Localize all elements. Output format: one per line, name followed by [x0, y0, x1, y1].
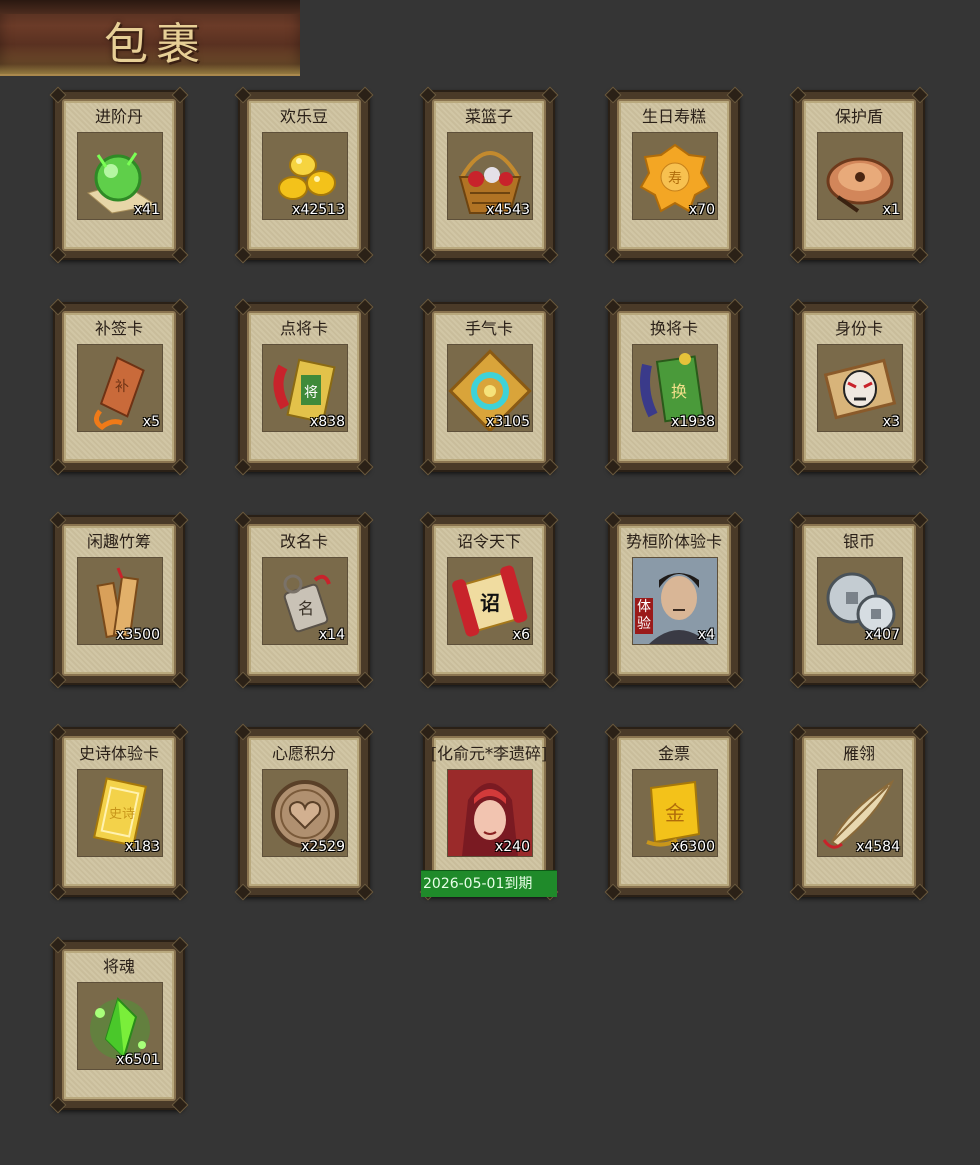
svg-text:将: 将	[304, 385, 318, 401]
item-quantity: x838	[309, 414, 345, 430]
inventory-item-card[interactable]: 生日寿糕 寿 x70	[604, 86, 744, 264]
item-quantity: x407	[864, 627, 900, 643]
inventory-item-card[interactable]: 保护盾 x1	[789, 86, 929, 264]
item-quantity: x4543	[486, 202, 530, 218]
inventory-item-card[interactable]: 闲趣竹筹 x3500	[49, 511, 189, 689]
item-quantity: x2529	[301, 839, 345, 855]
inventory-item-card[interactable]: 进阶丹 x41	[49, 86, 189, 264]
item-icon-slot[interactable]: 寿 x70	[632, 132, 718, 220]
item-name: 诏令天下	[456, 532, 521, 551]
item-name: 手气卡	[464, 319, 513, 338]
item-icon-slot[interactable]: 史诗 x183	[77, 769, 163, 857]
item-icon-slot[interactable]: 体验 x4	[632, 557, 718, 645]
item-icon-slot[interactable]: x2529	[262, 769, 348, 857]
item-quantity: x1	[882, 202, 900, 218]
item-grid: 进阶丹 x41 欢乐豆 x42513 菜篮子 x4543 生日寿糕 寿 x70 …	[0, 0, 980, 1165]
item-name: 进阶丹	[94, 107, 143, 126]
item-icon-slot[interactable]: x3	[817, 344, 903, 432]
inventory-item-card[interactable]: [化俞元*李遗碎] x240 2026-05-01到期	[419, 723, 559, 901]
item-name: 改名卡	[279, 532, 328, 551]
item-name: 身份卡	[834, 319, 883, 338]
item-icon-slot[interactable]: 将 x838	[262, 344, 348, 432]
item-quantity: x6	[512, 627, 530, 643]
item-quantity: x4	[697, 627, 715, 643]
trial-badge: 体验	[635, 598, 653, 634]
inventory-item-card[interactable]: 换将卡 换 x1938	[604, 298, 744, 476]
svg-text:金: 金	[665, 801, 685, 825]
item-name: [化俞元*李遗碎]	[430, 744, 548, 763]
item-name: 保护盾	[834, 107, 883, 126]
item-name: 银币	[842, 532, 875, 551]
inventory-item-card[interactable]: 史诗体验卡 史诗 x183	[49, 723, 189, 901]
svg-text:诏: 诏	[480, 591, 500, 615]
item-quantity: x4584	[856, 839, 900, 855]
item-quantity: x3105	[486, 414, 530, 430]
item-icon-slot[interactable]: x41	[77, 132, 163, 220]
item-icon-slot[interactable]: x42513	[262, 132, 348, 220]
item-name: 心愿积分	[271, 744, 336, 763]
inventory-item-card[interactable]: 菜篮子 x4543	[419, 86, 559, 264]
item-icon-slot[interactable]: 诏 x6	[447, 557, 533, 645]
item-quantity: x3	[882, 414, 900, 430]
inventory-item-card[interactable]: 欢乐豆 x42513	[234, 86, 374, 264]
item-name: 生日寿糕	[641, 107, 706, 126]
item-icon-slot[interactable]: 补 x5	[77, 344, 163, 432]
item-quantity: x70	[688, 202, 715, 218]
item-quantity: x42513	[292, 202, 345, 218]
item-icon-slot[interactable]: x3105	[447, 344, 533, 432]
svg-text:补: 补	[115, 379, 129, 395]
item-name: 菜篮子	[464, 107, 513, 126]
inventory-item-card[interactable]: 银币 x407	[789, 511, 929, 689]
page-title: 包裹	[104, 19, 208, 70]
item-quantity: x6501	[116, 1052, 160, 1068]
item-quantity: x41	[133, 202, 160, 218]
inventory-item-card[interactable]: 补签卡 补 x5	[49, 298, 189, 476]
item-name: 雁翎	[842, 744, 875, 763]
item-icon-slot[interactable]: 名 x14	[262, 557, 348, 645]
expiry-label: 2026-05-01到期	[421, 870, 557, 897]
item-quantity: x1938	[671, 414, 715, 430]
svg-text:寿: 寿	[668, 170, 682, 187]
item-name: 势桓阶体验卡	[625, 532, 722, 551]
inventory-item-card[interactable]: 雁翎 x4584	[789, 723, 929, 901]
item-quantity: x240	[494, 839, 530, 855]
item-icon-slot[interactable]: 换 x1938	[632, 344, 718, 432]
inventory-item-card[interactable]: 改名卡 名 x14	[234, 511, 374, 689]
item-name: 将魂	[102, 957, 135, 976]
item-quantity: x6300	[671, 839, 715, 855]
item-icon-slot[interactable]: x407	[817, 557, 903, 645]
item-icon-slot[interactable]: x4584	[817, 769, 903, 857]
item-quantity: x14	[318, 627, 345, 643]
item-name: 闲趣竹筹	[86, 532, 151, 551]
item-icon-slot[interactable]: x6501	[77, 982, 163, 1070]
item-name: 补签卡	[94, 319, 143, 338]
item-icon-slot[interactable]: 金 x6300	[632, 769, 718, 857]
item-name: 换将卡	[649, 319, 698, 338]
inventory-item-card[interactable]: 身份卡 x3	[789, 298, 929, 476]
inventory-item-card[interactable]: 诏令天下 诏 x6	[419, 511, 559, 689]
svg-text:史诗: 史诗	[109, 807, 135, 822]
item-icon-slot[interactable]: x3500	[77, 557, 163, 645]
item-name: 金票	[657, 744, 690, 763]
item-quantity: x5	[142, 414, 160, 430]
svg-text:换: 换	[671, 382, 687, 401]
inventory-item-card[interactable]: 金票 金 x6300	[604, 723, 744, 901]
item-icon-slot[interactable]: x1	[817, 132, 903, 220]
item-icon-slot[interactable]: x4543	[447, 132, 533, 220]
inventory-item-card[interactable]: 点将卡 将 x838	[234, 298, 374, 476]
svg-text:名: 名	[298, 599, 314, 618]
inventory-item-card[interactable]: 心愿积分 x2529	[234, 723, 374, 901]
item-quantity: x3500	[116, 627, 160, 643]
item-icon-slot[interactable]: x240	[447, 769, 533, 857]
item-name: 史诗体验卡	[78, 744, 159, 763]
item-quantity: x183	[124, 839, 160, 855]
inventory-item-card[interactable]: 手气卡 x3105	[419, 298, 559, 476]
item-name: 欢乐豆	[279, 107, 328, 126]
inventory-item-card[interactable]: 势桓阶体验卡 体验 x4	[604, 511, 744, 689]
item-name: 点将卡	[279, 319, 328, 338]
inventory-item-card[interactable]: 将魂 x6501	[49, 936, 189, 1114]
